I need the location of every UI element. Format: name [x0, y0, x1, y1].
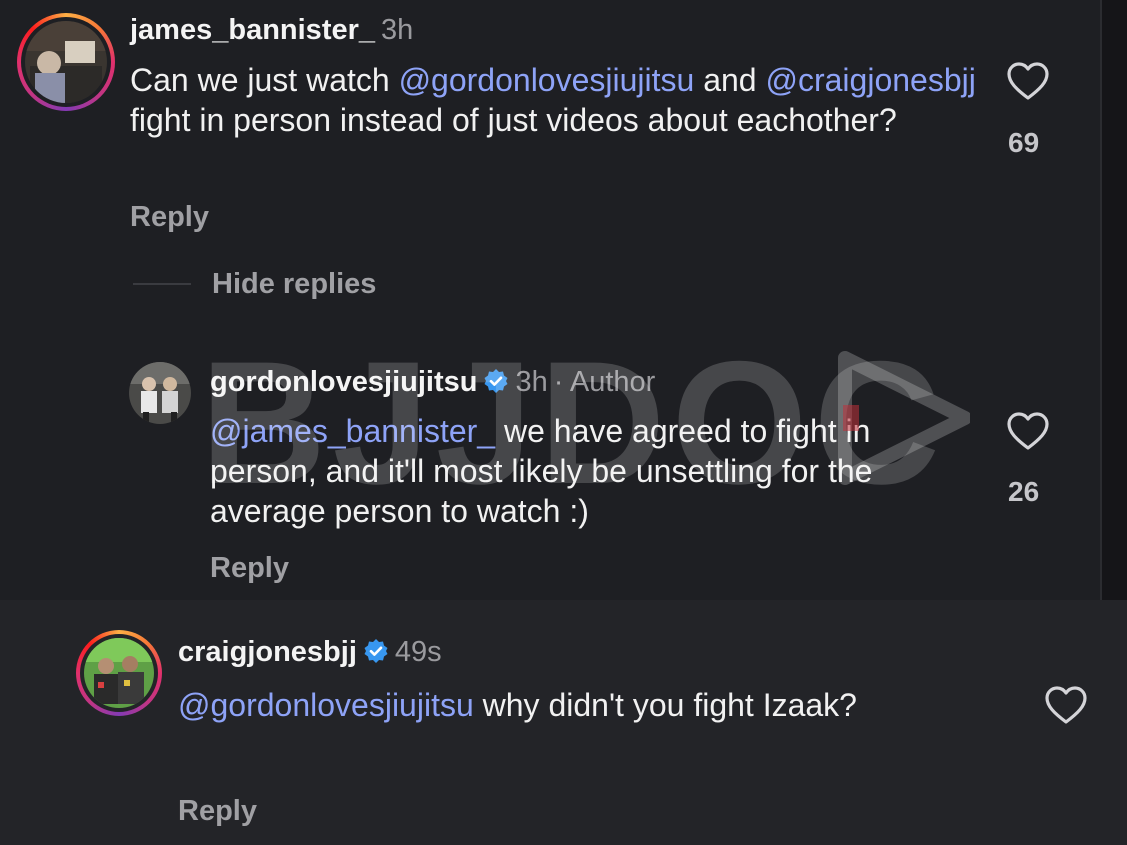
- author-label: · Author: [553, 366, 656, 398]
- comment-text: @james_bannister_ we have agreed to figh…: [210, 411, 970, 531]
- heart-outline-icon[interactable]: [1006, 61, 1050, 101]
- comment-username[interactable]: james_bannister_ 3h: [130, 14, 413, 47]
- avatar[interactable]: [84, 638, 154, 708]
- mention-link[interactable]: @gordonlovesjiujitsu: [178, 687, 474, 723]
- comment-text: Can we just watch @gordonlovesjiujitsu a…: [130, 60, 980, 140]
- comment-time: 49s: [394, 636, 442, 668]
- comment-text-part: why didn't you fight Izaak?: [473, 687, 857, 723]
- scroll-edge: [1100, 0, 1127, 600]
- comment-username[interactable]: craigjonesbjj 49s: [178, 636, 442, 669]
- comment-username[interactable]: gordonlovesjiujitsu 3h · Author: [210, 366, 655, 399]
- mention-link[interactable]: @craigjonesbjj: [765, 62, 975, 98]
- comment-text-part: and: [694, 62, 766, 98]
- reply-button[interactable]: Reply: [130, 201, 209, 234]
- comment-time: 3h: [381, 14, 414, 46]
- verified-badge-icon: [364, 639, 388, 663]
- like-count: 69: [1008, 127, 1040, 158]
- avatar-story-ring[interactable]: [76, 630, 162, 716]
- mention-link[interactable]: @gordonlovesjiujitsu: [399, 62, 695, 98]
- avatar[interactable]: [25, 21, 107, 103]
- comment-text-part: fight in person instead of just videos a…: [130, 102, 897, 138]
- heart-outline-icon[interactable]: [1044, 685, 1088, 725]
- replies-divider: [133, 283, 191, 285]
- comment-time: 3h: [515, 366, 548, 398]
- heart-outline-icon[interactable]: [1006, 411, 1050, 451]
- hide-replies-button[interactable]: Hide replies: [212, 268, 376, 301]
- comment-text-part: Can we just watch: [130, 62, 399, 98]
- username-text[interactable]: gordonlovesjiujitsu: [210, 366, 477, 398]
- username-text[interactable]: james_bannister_: [130, 14, 375, 46]
- avatar-story-ring[interactable]: [17, 13, 115, 111]
- username-text[interactable]: craigjonesbjj: [178, 636, 357, 668]
- like-count: 26: [1008, 476, 1040, 507]
- verified-badge-icon: [484, 369, 508, 393]
- mention-link[interactable]: @james_bannister_: [210, 413, 495, 449]
- avatar[interactable]: [129, 362, 191, 424]
- reply-button[interactable]: Reply: [178, 795, 257, 828]
- comment-text: @gordonlovesjiujitsu why didn't you figh…: [178, 685, 938, 725]
- reply-button[interactable]: Reply: [210, 552, 289, 585]
